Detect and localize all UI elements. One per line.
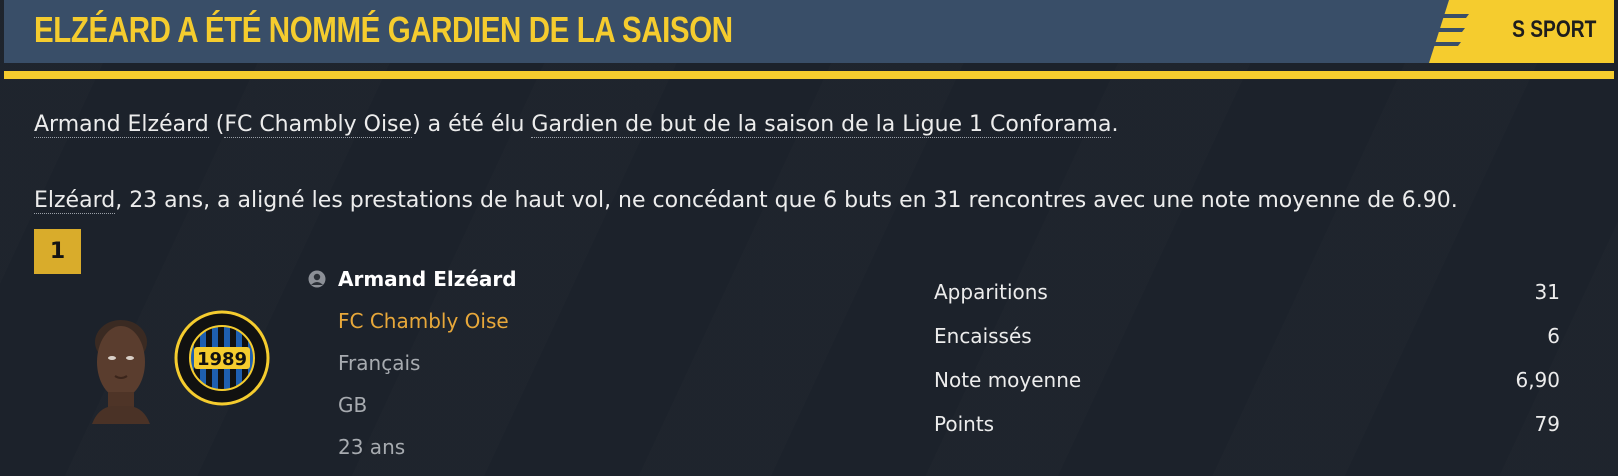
stat-row-conceded: Encaissés 6 xyxy=(934,314,1560,358)
stat-value: 79 xyxy=(1534,412,1560,436)
stat-label: Points xyxy=(934,412,995,436)
stat-label: Encaissés xyxy=(934,324,1032,348)
player-portrait[interactable] xyxy=(88,312,154,424)
stat-value: 31 xyxy=(1534,280,1560,304)
player-name[interactable]: Armand Elzéard xyxy=(338,267,517,291)
brand-block: S SPORT xyxy=(1429,0,1614,63)
player-club[interactable]: FC Chambly Oise xyxy=(338,309,509,333)
paragraph-text: a été élu xyxy=(420,112,532,137)
stat-row-points: Points 79 xyxy=(934,402,1560,446)
rank-badge: 1 xyxy=(34,229,81,274)
stats-table: Apparitions 31 Encaissés 6 Note moyenne … xyxy=(934,270,1560,446)
player-age: 23 ans xyxy=(338,435,406,459)
stat-value: 6 xyxy=(1547,324,1560,348)
person-icon xyxy=(308,270,326,288)
badge-year: 1989 xyxy=(197,349,247,370)
stat-label: Apparitions xyxy=(934,280,1048,304)
news-header: ELZÉARD A ÉTÉ NOMMÉ GARDIEN DE LA SAISON… xyxy=(4,0,1614,63)
article-paragraph-2: Elzéard, 23 ans, a aligné les prestation… xyxy=(34,188,1458,214)
stat-row-average-rating: Note moyenne 6,90 xyxy=(934,358,1560,402)
stat-row-appearances: Apparitions 31 xyxy=(934,270,1560,314)
paragraph-text: , 23 ans, a aligné les prestations de ha… xyxy=(115,188,1458,213)
brand-label: S SPORT xyxy=(1511,16,1596,43)
player-link-short[interactable]: Elzéard xyxy=(34,188,116,214)
headline: ELZÉARD A ÉTÉ NOMMÉ GARDIEN DE LA SAISON xyxy=(34,9,733,50)
accent-bar xyxy=(4,71,1614,79)
stat-value: 6,90 xyxy=(1515,368,1560,392)
player-position: GB xyxy=(338,393,368,417)
article-paragraph-1: Armand Elzéard (FC Chambly Oise) a été é… xyxy=(34,112,1119,138)
award-link[interactable]: Gardien de but de la saison de la Ligue … xyxy=(531,112,1112,138)
club-link[interactable]: FC Chambly Oise xyxy=(224,112,413,138)
club-badge-icon[interactable]: 1989 xyxy=(174,310,270,406)
player-nationality: Français xyxy=(338,351,421,375)
brand-stripes-icon xyxy=(1429,0,1489,63)
player-link[interactable]: Armand Elzéard xyxy=(34,112,209,138)
stat-label: Note moyenne xyxy=(934,368,1082,392)
paragraph-text-end: . xyxy=(1111,112,1119,137)
player-info: Armand Elzéard FC Chambly Oise Français … xyxy=(306,258,517,468)
